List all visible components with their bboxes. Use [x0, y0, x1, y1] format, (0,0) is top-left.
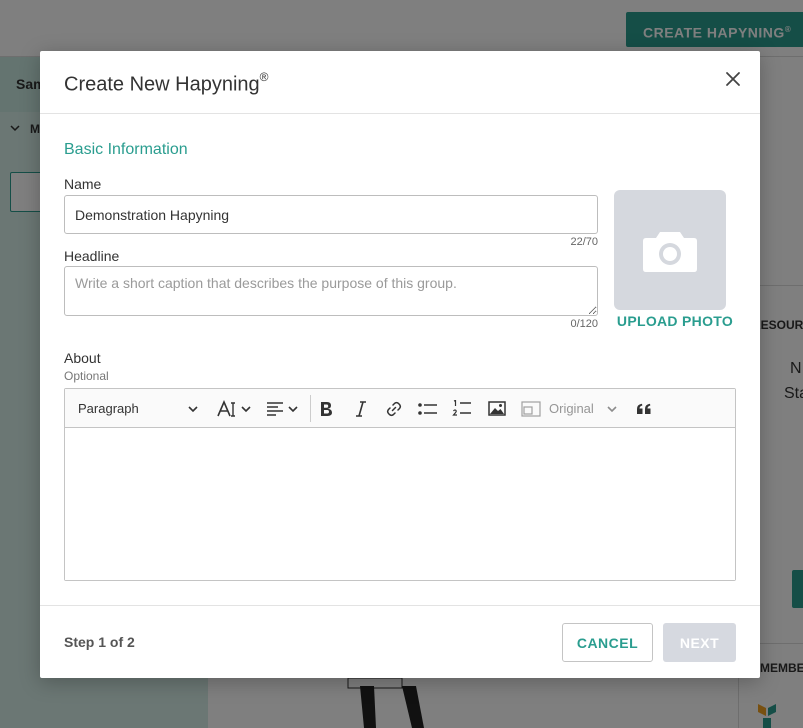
create-hapyning-dialog: Create New Hapyning® Basic Information N… — [40, 51, 760, 678]
image-resize-icon — [521, 400, 541, 417]
bold-button[interactable] — [319, 389, 337, 428]
blockquote-icon — [637, 403, 651, 414]
upload-photo-button[interactable]: UPLOAD PHOTO — [610, 313, 740, 329]
bulleted-list-icon — [418, 402, 437, 415]
dialog-title: Create New Hapyning® — [64, 70, 269, 96]
insert-image-button[interactable] — [488, 389, 508, 428]
dialog-header: Create New Hapyning® — [40, 51, 760, 114]
link-icon — [386, 401, 402, 416]
about-optional-hint: Optional — [64, 369, 109, 383]
bulleted-list-button[interactable] — [418, 389, 440, 428]
italic-icon — [356, 400, 366, 417]
font-size-dropdown[interactable] — [217, 389, 255, 428]
cancel-button[interactable]: CANCEL — [562, 623, 653, 662]
italic-button[interactable] — [355, 389, 371, 428]
numbered-list-button[interactable] — [452, 389, 474, 428]
section-title: Basic Information — [64, 141, 188, 158]
photo-upload-area[interactable] — [614, 190, 726, 310]
next-button[interactable]: NEXT — [663, 623, 736, 662]
blockquote-button[interactable] — [636, 389, 654, 428]
headline-label: Headline — [64, 248, 120, 264]
name-character-counter: 22/70 — [570, 236, 598, 248]
about-label: About — [64, 350, 101, 366]
chevron-down-icon — [188, 405, 198, 412]
name-label: Name — [64, 176, 102, 192]
step-indicator: Step 1 of 2 — [64, 634, 135, 650]
font-size-icon — [217, 399, 235, 417]
align-icon — [267, 401, 283, 416]
link-button[interactable] — [386, 389, 404, 428]
dialog-footer: Step 1 of 2 CANCEL NEXT — [40, 605, 760, 678]
chevron-down-icon — [288, 405, 298, 412]
about-editor-area[interactable] — [65, 428, 735, 580]
image-icon — [488, 401, 506, 416]
chevron-down-icon — [241, 405, 251, 412]
camera-icon — [643, 232, 697, 272]
headline-input[interactable] — [64, 266, 598, 316]
name-input[interactable] — [64, 195, 598, 234]
text-align-dropdown[interactable] — [266, 389, 304, 428]
numbered-list-icon — [452, 399, 471, 416]
bold-icon — [321, 401, 332, 416]
editor-toolbar: Paragraph Original — [65, 389, 735, 428]
image-resize-dropdown[interactable]: Original — [521, 389, 625, 428]
close-icon — [726, 72, 740, 86]
chevron-down-icon — [607, 405, 617, 412]
close-button[interactable] — [722, 68, 744, 90]
paragraph-style-dropdown[interactable]: Paragraph — [78, 389, 202, 428]
about-rich-text-editor: Paragraph Original — [64, 388, 736, 581]
toolbar-separator — [310, 395, 311, 422]
headline-character-counter: 0/120 — [570, 318, 598, 330]
